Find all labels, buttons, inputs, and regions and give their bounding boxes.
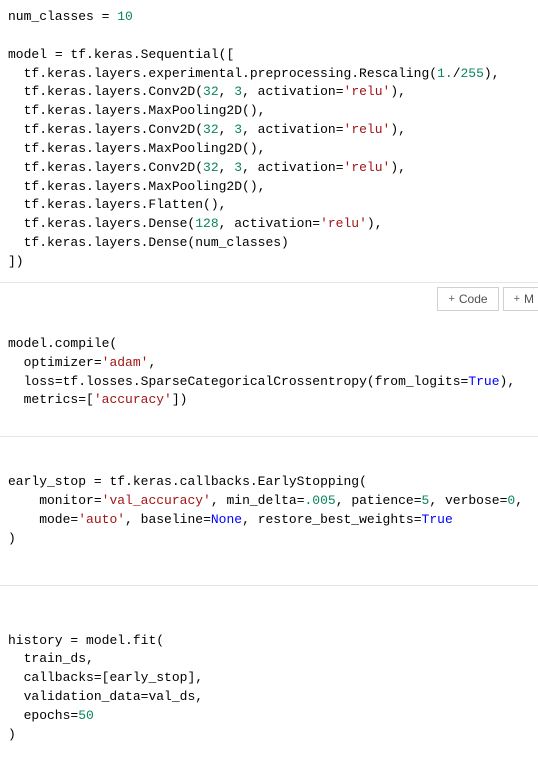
cell-separator xyxy=(0,436,538,437)
code-cell[interactable]: history = model.fit( train_ds, callbacks… xyxy=(0,624,538,753)
add-markdown-button[interactable]: + M xyxy=(503,287,538,311)
plus-icon: + xyxy=(448,293,454,305)
code-content[interactable]: history = model.fit( train_ds, callbacks… xyxy=(8,632,538,745)
add-code-label: Code xyxy=(459,292,488,306)
plus-icon: + xyxy=(514,293,520,305)
add-code-button[interactable]: + Code xyxy=(437,287,498,311)
code-cell[interactable]: early_stop = tf.keras.callbacks.EarlySto… xyxy=(0,465,538,556)
code-cell[interactable]: num_classes = 10 model = tf.keras.Sequen… xyxy=(0,0,538,280)
code-content[interactable]: model.compile( optimizer='adam', loss=tf… xyxy=(8,335,538,410)
notebook: num_classes = 10 model = tf.keras.Sequen… xyxy=(0,0,538,753)
code-cell[interactable]: model.compile( optimizer='adam', loss=tf… xyxy=(0,317,538,418)
code-content[interactable]: early_stop = tf.keras.callbacks.EarlySto… xyxy=(8,473,538,548)
add-markdown-label: M xyxy=(524,292,534,306)
code-content[interactable]: num_classes = 10 model = tf.keras.Sequen… xyxy=(8,8,538,272)
cell-separator xyxy=(0,585,538,586)
add-cell-toolbar: + Code + M xyxy=(0,283,538,315)
